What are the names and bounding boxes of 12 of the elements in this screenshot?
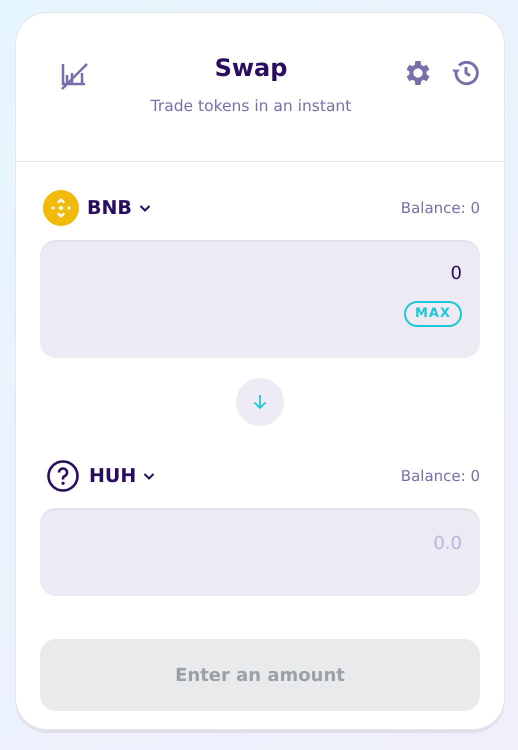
swap-title: Swap xyxy=(214,53,288,83)
token-icon xyxy=(43,190,79,226)
help-circle-icon xyxy=(45,458,81,494)
switch-direction-button[interactable] xyxy=(236,378,284,426)
amount-input[interactable]: 0 xyxy=(58,260,462,287)
balance-text: Balance: 0 xyxy=(400,466,480,487)
token-select-button[interactable]: HUH xyxy=(81,462,156,490)
balance-text: Balance: 0 xyxy=(400,198,480,219)
amount-field[interactable]: 0.0 xyxy=(40,508,480,596)
token-select-button[interactable]: BNB xyxy=(79,194,152,222)
amount-input[interactable]: 0.0 xyxy=(58,530,462,557)
swap-subtitle: Trade tokens in an instant xyxy=(150,96,352,117)
